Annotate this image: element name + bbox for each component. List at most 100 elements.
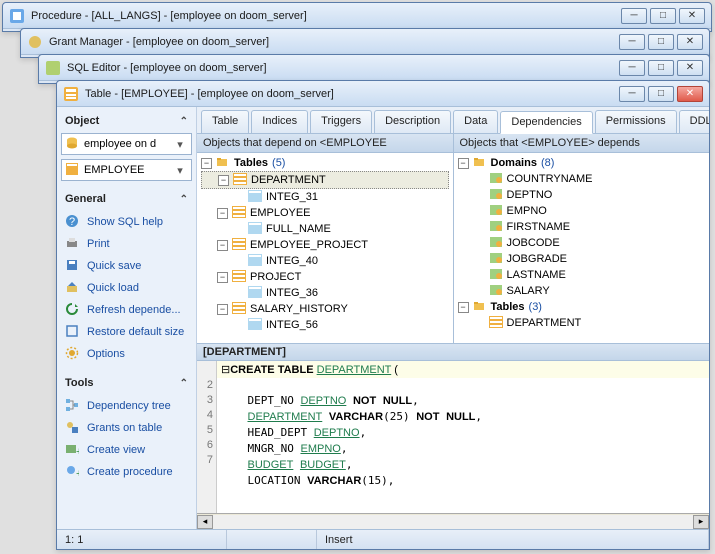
tab-triggers[interactable]: Triggers: [310, 110, 372, 133]
svg-text:?: ?: [69, 216, 75, 228]
refresh-dep-link[interactable]: Refresh depende...: [61, 299, 192, 321]
quick-load-link[interactable]: Quick load: [61, 277, 192, 299]
tools-panel-header[interactable]: Tools ⌃: [61, 373, 192, 395]
tree-node-root[interactable]: −Tables (3): [458, 299, 706, 315]
print-icon: [65, 236, 81, 252]
domain-icon: [489, 268, 503, 282]
bg-title-1: Grant Manager - [employee on doom_server…: [49, 36, 619, 48]
print-link[interactable]: Print: [61, 233, 192, 255]
object-label: Object: [65, 115, 99, 127]
proc-icon: +: [65, 464, 81, 480]
show-sql-help-link[interactable]: ?Show SQL help: [61, 211, 192, 233]
tree-node-column[interactable]: INTEG_31: [201, 189, 449, 205]
quick-save-link[interactable]: Quick save: [61, 255, 192, 277]
tree-node-table[interactable]: −DEPARTMENT: [201, 171, 449, 189]
grants-table-link[interactable]: Grants on table: [61, 417, 192, 439]
tree-node-column[interactable]: FULL_NAME: [201, 221, 449, 237]
tree-node-root[interactable]: −Tables (5): [201, 155, 449, 171]
minimize-button[interactable]: ─: [619, 60, 645, 76]
tree-node-root[interactable]: −Domains (8): [458, 155, 706, 171]
tree-node-domain[interactable]: JOBGRADE: [458, 251, 706, 267]
tree-node-domain[interactable]: LASTNAME: [458, 267, 706, 283]
tree-node-domain[interactable]: COUNTRYNAME: [458, 171, 706, 187]
main-area: Table Indices Triggers Description Data …: [197, 107, 709, 529]
object-panel-header[interactable]: Object ⌃: [61, 111, 192, 133]
options-link[interactable]: Options: [61, 343, 192, 365]
status-mode: Insert: [317, 530, 709, 549]
collapse-icon[interactable]: −: [217, 208, 228, 219]
tree-node-domain[interactable]: EMPNO: [458, 203, 706, 219]
collapse-icon[interactable]: −: [217, 304, 228, 315]
domain-icon: [489, 188, 503, 202]
link-label: Create view: [87, 444, 145, 456]
close-button[interactable]: ✕: [677, 34, 703, 50]
tree-node-column[interactable]: INTEG_56: [201, 317, 449, 333]
collapse-icon[interactable]: −: [217, 272, 228, 283]
general-panel-header[interactable]: General ⌃: [61, 189, 192, 211]
collapse-icon[interactable]: −: [217, 240, 228, 251]
tree-node-domain[interactable]: DEPTNO: [458, 187, 706, 203]
database-combo[interactable]: employee on d ▾: [61, 133, 192, 155]
titlebar[interactable]: Table - [EMPLOYEE] - [employee on doom_s…: [57, 81, 709, 107]
restore-size-link[interactable]: Restore default size: [61, 321, 192, 343]
minimize-button[interactable]: ─: [619, 86, 645, 102]
depended-by-header: Objects that <EMPLOYEE> depends: [454, 134, 710, 153]
collapse-icon: ⌃: [180, 194, 188, 205]
create-proc-link[interactable]: +Create procedure: [61, 461, 192, 483]
column-icon: [248, 286, 262, 300]
minimize-button[interactable]: ─: [621, 8, 647, 24]
tree-node-domain[interactable]: JOBCODE: [458, 235, 706, 251]
table-small-icon: [66, 163, 80, 177]
horizontal-scrollbar[interactable]: ◂ ▸: [197, 513, 709, 529]
close-button[interactable]: ✕: [677, 60, 703, 76]
tab-description[interactable]: Description: [374, 110, 451, 133]
tree-node-domain[interactable]: FIRSTNAME: [458, 219, 706, 235]
tab-data[interactable]: Data: [453, 110, 498, 133]
maximize-button[interactable]: □: [648, 60, 674, 76]
scroll-left-button[interactable]: ◂: [197, 515, 213, 529]
collapse-icon[interactable]: −: [218, 175, 229, 186]
scroll-track[interactable]: [213, 515, 693, 529]
tree-node-table[interactable]: −SALARY_HISTORY: [201, 301, 449, 317]
maximize-button[interactable]: □: [648, 34, 674, 50]
tree-node-column[interactable]: INTEG_40: [201, 253, 449, 269]
tab-permissions[interactable]: Permissions: [595, 110, 677, 133]
column-icon: [248, 254, 262, 268]
tab-indices[interactable]: Indices: [251, 110, 308, 133]
collapse-icon[interactable]: −: [201, 158, 212, 169]
tree-node-table[interactable]: −EMPLOYEE_PROJECT: [201, 237, 449, 253]
column-icon: [248, 318, 262, 332]
tab-dependencies[interactable]: Dependencies: [500, 111, 592, 134]
tree-node-table[interactable]: −EMPLOYEE: [201, 205, 449, 221]
scroll-right-button[interactable]: ▸: [693, 515, 709, 529]
tab-table[interactable]: Table: [201, 110, 249, 133]
create-view-link[interactable]: +Create view: [61, 439, 192, 461]
link-label: Refresh depende...: [87, 304, 181, 316]
tree-node-column[interactable]: INTEG_36: [201, 285, 449, 301]
maximize-button[interactable]: □: [648, 86, 674, 102]
close-button[interactable]: ✕: [677, 86, 703, 102]
folder-icon: [473, 300, 487, 314]
link-label: Grants on table: [87, 422, 162, 434]
table-icon: [232, 302, 246, 316]
tree-node-table[interactable]: DEPARTMENT: [458, 315, 706, 331]
sql-code[interactable]: ⊟CREATE TABLE DEPARTMENT ( DEPT_NO DEPTN…: [217, 361, 709, 513]
load-icon: [65, 280, 81, 296]
maximize-button[interactable]: □: [650, 8, 676, 24]
help-icon: ?: [65, 214, 81, 230]
dropdown-icon: ▾: [173, 164, 187, 177]
depended-by-tree[interactable]: −Domains (8)COUNTRYNAMEDEPTNOEMPNOFIRSTN…: [454, 153, 710, 343]
window-icon: [65, 324, 81, 340]
depends-on-tree[interactable]: −Tables (5)−DEPARTMENTINTEG_31−EMPLOYEEF…: [197, 153, 453, 343]
collapse-icon[interactable]: −: [458, 302, 469, 313]
tree-node-table[interactable]: −PROJECT: [201, 269, 449, 285]
close-button[interactable]: ✕: [679, 8, 705, 24]
tree-node-domain[interactable]: SALARY: [458, 283, 706, 299]
minimize-button[interactable]: ─: [619, 34, 645, 50]
object-combo[interactable]: EMPLOYEE ▾: [61, 159, 192, 181]
tab-ddl[interactable]: DDL: [679, 110, 709, 133]
collapse-icon[interactable]: −: [458, 158, 469, 169]
table-icon: [232, 206, 246, 220]
dependency-tree-link[interactable]: Dependency tree: [61, 395, 192, 417]
link-label: Dependency tree: [87, 400, 171, 412]
